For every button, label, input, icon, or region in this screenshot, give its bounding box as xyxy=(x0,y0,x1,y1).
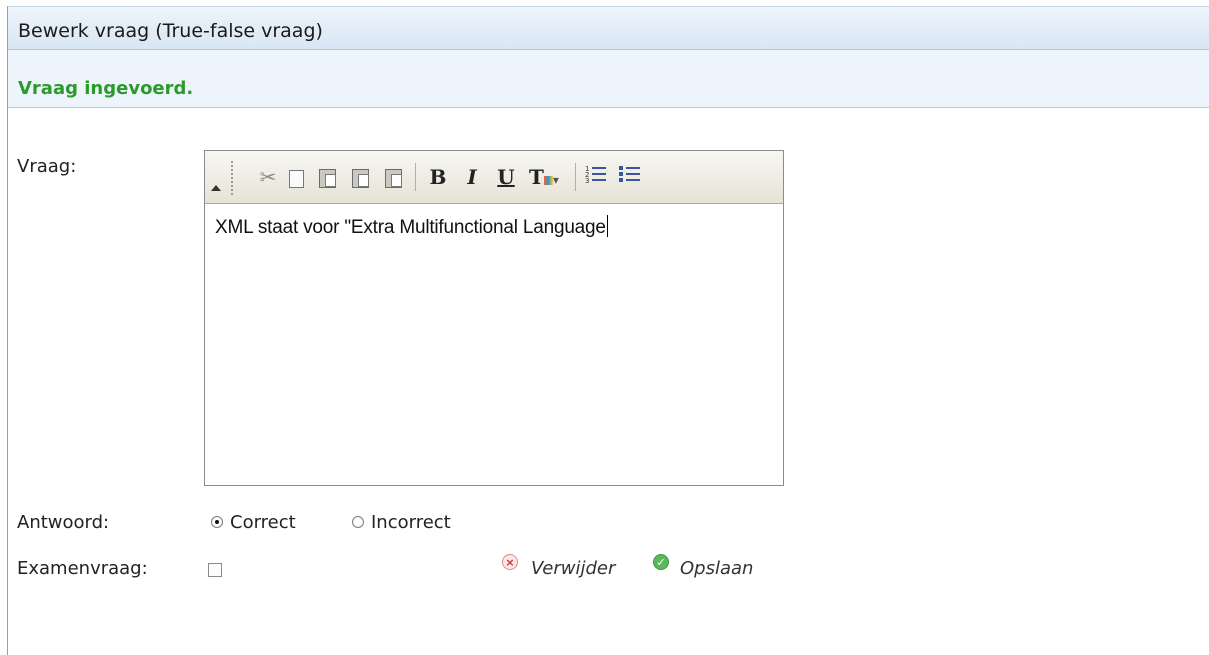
radio-correct[interactable] xyxy=(211,516,223,528)
paste-text-clip-shape xyxy=(351,169,369,188)
toolbar-grip xyxy=(231,161,235,195)
paste-word-clip-shape xyxy=(384,169,402,188)
paste-clip-shape xyxy=(318,169,336,188)
toolbar-separator xyxy=(415,163,416,191)
color-swatch xyxy=(543,176,553,185)
editor-text: XML staat voor "Extra Multifunctional La… xyxy=(215,217,606,238)
font-color-icon[interactable]: T ▾ xyxy=(527,164,561,190)
status-message: Vraag ingevoerd. xyxy=(18,78,194,99)
paste-icon[interactable] xyxy=(314,164,340,190)
save-button[interactable]: Opslaan xyxy=(680,558,753,579)
ordered-list-svg: 1 2 3 xyxy=(585,165,606,185)
ordered-list-icon[interactable]: 1 2 3 xyxy=(583,164,609,190)
radio-incorrect-label[interactable]: Incorrect xyxy=(371,512,451,533)
unordered-list-icon[interactable] xyxy=(617,164,643,190)
copy-icon[interactable] xyxy=(283,164,309,190)
collapse-toolbar-icon[interactable] xyxy=(211,185,221,191)
rich-text-editor[interactable]: ✂ B I U T ▾ 1 2 3 XML staat voor "Extra … xyxy=(204,150,784,486)
paste-text-icon[interactable] xyxy=(347,164,373,190)
editor-toolbar: ✂ B I U T ▾ 1 2 3 xyxy=(205,151,783,204)
unordered-list-svg xyxy=(619,166,640,182)
paste-word-icon[interactable] xyxy=(380,164,406,190)
bold-icon[interactable]: B xyxy=(425,164,451,190)
italic-icon[interactable]: I xyxy=(459,164,485,190)
editor-content[interactable]: XML staat voor "Extra Multifunctional La… xyxy=(215,215,608,239)
underline-icon[interactable]: U xyxy=(493,164,519,190)
font-color-glyph: T xyxy=(529,165,544,189)
panel-header: Bewerk vraag (True-false vraag) xyxy=(8,6,1209,50)
exam-question-checkbox[interactable] xyxy=(208,563,222,577)
toolbar-separator xyxy=(575,163,576,191)
svg-text:3: 3 xyxy=(585,177,589,184)
exam-question-label: Examenvraag: xyxy=(17,558,148,579)
chevron-down-icon: ▾ xyxy=(552,173,559,187)
radio-correct-label[interactable]: Correct xyxy=(230,512,296,533)
save-icon[interactable]: ✓ xyxy=(653,554,669,570)
delete-icon[interactable]: × xyxy=(502,554,518,570)
copy-doc-shape xyxy=(288,170,304,188)
text-caret xyxy=(606,215,608,237)
edit-question-panel: Bewerk vraag (True-false vraag) Vraag in… xyxy=(7,6,1209,655)
cut-icon[interactable]: ✂ xyxy=(255,164,281,190)
delete-button[interactable]: Verwijder xyxy=(531,558,615,579)
answer-label: Antwoord: xyxy=(17,512,110,533)
panel-title: Bewerk vraag (True-false vraag) xyxy=(18,20,323,42)
question-label: Vraag: xyxy=(17,156,77,177)
radio-incorrect[interactable] xyxy=(352,516,364,528)
status-bar: Vraag ingevoerd. xyxy=(8,50,1209,108)
